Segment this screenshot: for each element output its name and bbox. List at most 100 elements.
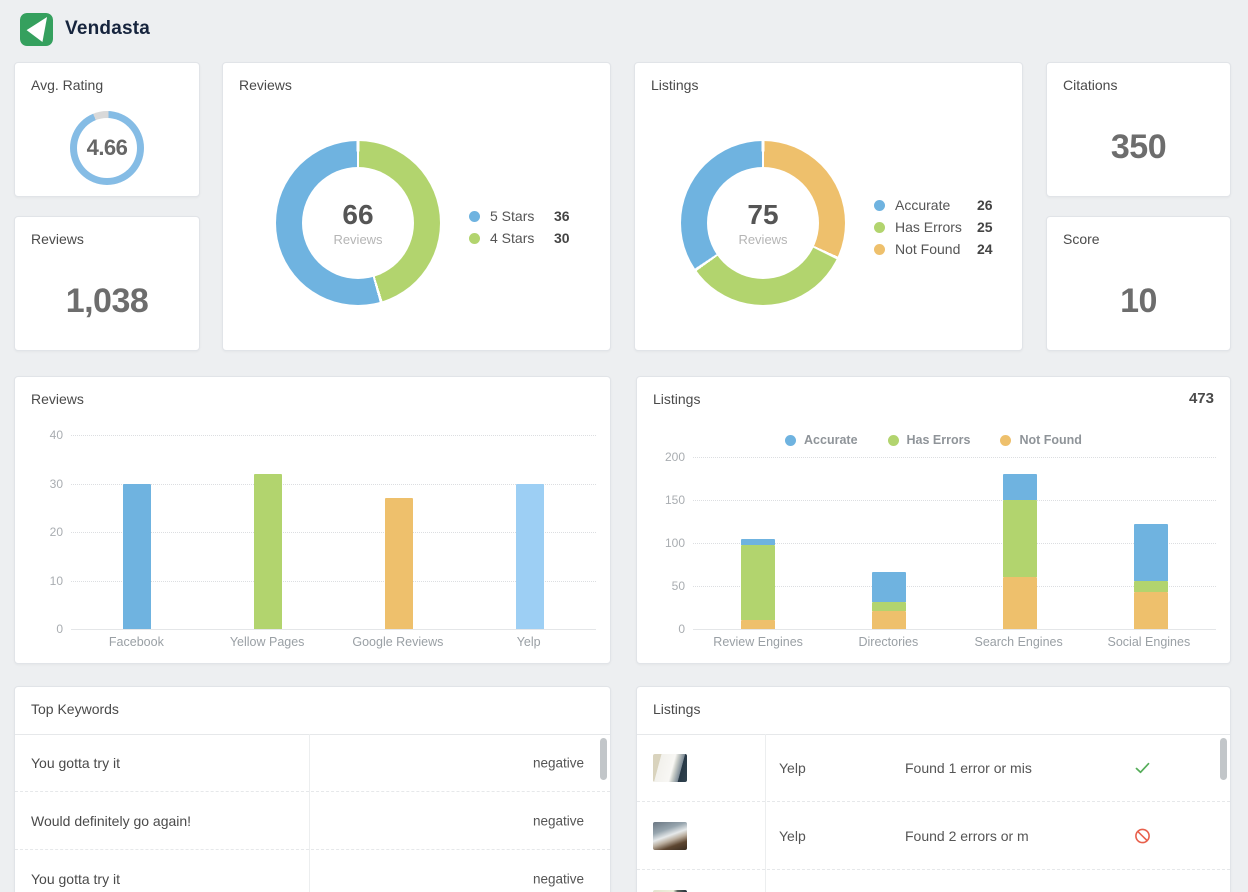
- y-axis-tick-label: 10: [29, 574, 63, 588]
- x-axis-label: Directories: [823, 635, 953, 649]
- legend-item: 4 Stars30: [469, 227, 570, 249]
- listing-thumbnail: [653, 754, 687, 782]
- vendasta-logo-icon[interactable]: [20, 13, 53, 46]
- check-icon: [1134, 759, 1151, 776]
- listing-row[interactable]: YelpFound 1 error or mis: [637, 734, 1230, 802]
- avg-rating-card: Avg. Rating 4.66: [14, 62, 200, 197]
- bar-column: [202, 435, 333, 629]
- reviews-donut-center-label: Reviews: [333, 232, 382, 247]
- legend-item: Not Found24: [874, 238, 993, 260]
- legend-dot-icon: [888, 435, 899, 446]
- listings-stacked-chart: 050100150200: [693, 457, 1216, 629]
- listing-source: Yelp: [779, 828, 806, 844]
- listings-donut-center: 75 Reviews: [707, 167, 819, 279]
- x-axis-label: Review Engines: [693, 635, 823, 649]
- listing-status-message: Found 1 error or mis: [905, 760, 1032, 776]
- y-axis-tick-label: 40: [29, 428, 63, 442]
- bar-segment-not-found: [741, 620, 775, 629]
- legend-value: 25: [977, 219, 993, 235]
- top-keywords-title: Top Keywords: [31, 701, 119, 717]
- x-axis-label: Yelp: [463, 635, 594, 649]
- listings-table-rows: YelpFound 1 error or mis Yelp Found 2 erro…: [637, 734, 1230, 892]
- score-title: Score: [1063, 231, 1100, 247]
- avg-rating-title: Avg. Rating: [31, 77, 103, 93]
- stacked-bar-review-engines: [741, 457, 775, 629]
- legend-label: Has Errors: [895, 219, 977, 235]
- y-axis-tick-label: 100: [651, 536, 685, 550]
- listings-donut-card: Listings 75 Reviews Accurate26Has Errors…: [634, 62, 1023, 351]
- y-axis-tick-label: 0: [651, 622, 685, 636]
- bar-segment-has-errors: [1003, 500, 1037, 577]
- keywords-scrollbar-thumb[interactable]: [600, 738, 607, 780]
- listing-row[interactable]: [637, 870, 1230, 892]
- keyword-row: You gotta try it negative: [15, 734, 610, 792]
- legend-dot-icon: [785, 435, 796, 446]
- legend-label: Not Found: [895, 241, 977, 257]
- bar-facebook: [123, 484, 151, 630]
- reviews-donut-center: 66 Reviews: [302, 167, 414, 279]
- reviews-bar-chart-card: Reviews 010203040 FacebookYellow PagesGo…: [14, 376, 611, 664]
- ban-icon: [1134, 827, 1151, 844]
- bar-column: [334, 435, 465, 629]
- score-card: Score 10: [1046, 216, 1231, 351]
- keyword-sentiment: negative: [533, 871, 584, 886]
- listing-status-message: Found 2 errors or m: [905, 828, 1029, 844]
- legend-dot-icon: [874, 222, 885, 233]
- bar-segment-not-found: [872, 611, 906, 629]
- bar-segment-not-found: [1134, 592, 1168, 629]
- reviews-donut-chart: 66 Reviews: [276, 141, 440, 305]
- avg-rating-gauge: 4.66: [70, 111, 144, 185]
- legend-item: Has Errors25: [874, 216, 993, 238]
- bar-column: [824, 457, 955, 629]
- bar-google-reviews: [385, 498, 413, 629]
- bar-segment-accurate: [1134, 524, 1168, 581]
- reviews-count-title: Reviews: [31, 231, 84, 247]
- gridline: [693, 629, 1216, 630]
- legend-label: Accurate: [804, 433, 858, 447]
- listing-row[interactable]: Yelp Found 2 errors or m: [637, 802, 1230, 870]
- bar-column: [955, 457, 1086, 629]
- reviews-donut-card: Reviews 66 Reviews 5 Stars364 Stars30: [222, 62, 611, 351]
- avg-rating-gauge-wrap: 4.66: [15, 99, 199, 196]
- bars-row: [71, 435, 596, 629]
- stacked-bar-social-engines: [1134, 457, 1168, 629]
- listings-stacked-chart-title: Listings: [653, 391, 700, 407]
- keyword-sentiment: negative: [533, 755, 584, 770]
- x-axis-label: Facebook: [71, 635, 202, 649]
- keyword-text: You gotta try it: [31, 755, 120, 771]
- keyword-text: You gotta try it: [31, 871, 120, 887]
- bar-column: [465, 435, 596, 629]
- bar-column: [693, 457, 824, 629]
- listings-scrollbar-thumb[interactable]: [1220, 738, 1227, 780]
- legend-label: 5 Stars: [490, 208, 554, 224]
- top-keywords-rows: You gotta try itnegativeWould definitely…: [15, 734, 610, 892]
- legend-value: 36: [554, 208, 570, 224]
- reviews-count-value: 1,038: [66, 282, 149, 321]
- bar-column: [71, 435, 202, 629]
- bar-segment-has-errors: [741, 545, 775, 621]
- x-axis-label: Search Engines: [954, 635, 1084, 649]
- legend-item: Accurate: [785, 433, 858, 447]
- legend-dot-icon: [469, 211, 480, 222]
- citations-value: 350: [1111, 128, 1166, 167]
- x-axis-label: Social Engines: [1084, 635, 1214, 649]
- score-value: 10: [1120, 282, 1157, 321]
- reviews-count-card: Reviews 1,038: [14, 216, 200, 351]
- top-keywords-card: Top Keywords You gotta try itnegativeWou…: [14, 686, 611, 892]
- stacked-bar-directories: [872, 457, 906, 629]
- legend-value: 30: [554, 230, 570, 246]
- keyword-row: You gotta try it negative: [15, 850, 610, 892]
- legend-item: 5 Stars36: [469, 205, 570, 227]
- legend-dot-icon: [1000, 435, 1011, 446]
- legend-item: Has Errors: [888, 433, 971, 447]
- listings-stacked-chart-legend: AccurateHas ErrorsNot Found: [637, 433, 1230, 447]
- y-axis-tick-label: 150: [651, 493, 685, 507]
- keyword-sentiment: negative: [533, 813, 584, 828]
- reviews-donut-title: Reviews: [239, 77, 292, 93]
- gridline: [71, 629, 596, 630]
- listings-stacked-chart-x-labels: Review EnginesDirectoriesSearch EnginesS…: [693, 635, 1214, 649]
- stacked-bar-search-engines: [1003, 457, 1037, 629]
- listings-total-count: 473: [1189, 390, 1214, 407]
- listings-donut-center-value: 75: [747, 199, 778, 231]
- legend-dot-icon: [469, 233, 480, 244]
